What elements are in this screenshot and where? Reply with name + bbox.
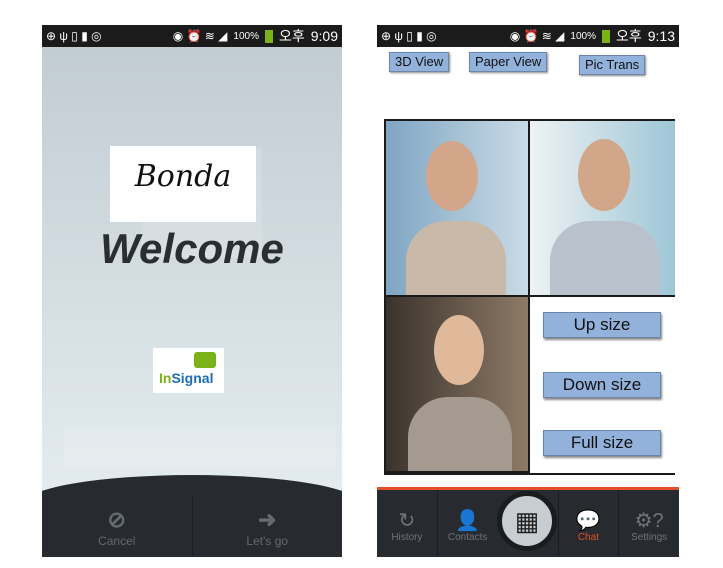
clock: 9:13 bbox=[647, 28, 675, 44]
cancel-button[interactable]: ⊘ Cancel bbox=[42, 495, 192, 557]
cancel-icon: ⊘ bbox=[107, 507, 126, 532]
name-card: Bonda bbox=[110, 146, 256, 222]
tab-pic-trans[interactable]: Pic Trans bbox=[579, 55, 646, 75]
full-size-button[interactable]: Full size bbox=[543, 430, 661, 456]
time-period: 오후 bbox=[615, 28, 642, 44]
contacts-icon: 👤 bbox=[455, 510, 481, 532]
video-call-screen: ⊕ ψ ▯ ▮ ◎ ◉ ⏰ ≋ ◢ 100% 오후 9:13 3D View Pa… bbox=[377, 25, 679, 557]
welcome-title: Welcome bbox=[100, 225, 284, 272]
video-tile[interactable] bbox=[386, 297, 528, 471]
system-icons: ◉ ⏰ ≋ ◢ bbox=[509, 29, 565, 43]
video-tile[interactable] bbox=[386, 121, 528, 295]
settings-icon: ⚙? bbox=[634, 510, 664, 532]
history-icon: ↻ bbox=[398, 510, 416, 532]
tab-paper-view[interactable]: Paper View bbox=[469, 52, 548, 72]
welcome-screen: ⊕ ψ ▯ ▮ ◎ ◉ ⏰ ≋ ◢ 100% 오후 9:09 Bonda Welc… bbox=[42, 25, 342, 557]
battery-percent: 100% bbox=[233, 30, 259, 42]
battery-icon bbox=[601, 29, 610, 43]
battery-percent: 100% bbox=[570, 30, 596, 42]
grid-icon: ▦ bbox=[514, 505, 540, 536]
nav-contacts[interactable]: 👤 Contacts bbox=[436, 490, 498, 557]
chat-icon: 💬 bbox=[575, 510, 601, 532]
view-tabs: 3D View Paper View Pic Trans bbox=[377, 47, 679, 83]
status-bar: ⊕ ψ ▯ ▮ ◎ ◉ ⏰ ≋ ◢ 100% 오후 9:09 bbox=[42, 25, 342, 47]
video-grid bbox=[384, 119, 675, 475]
insignal-logo: InSignal bbox=[153, 348, 224, 393]
time-period: 오후 bbox=[278, 28, 305, 44]
arrow-right-icon: ➜ bbox=[258, 507, 277, 532]
tab-3d-view[interactable]: 3D View bbox=[389, 52, 450, 72]
video-tile[interactable] bbox=[530, 121, 675, 295]
clock: 9:09 bbox=[310, 28, 338, 44]
system-icons: ◉ ⏰ ≋ ◢ bbox=[172, 29, 228, 43]
up-size-button[interactable]: Up size bbox=[543, 312, 661, 338]
nav-chat[interactable]: 💬 Chat bbox=[557, 490, 619, 557]
action-bar: ⊘ Cancel ➜ Let's go bbox=[42, 495, 342, 557]
dialpad-button[interactable]: ▦ bbox=[497, 491, 557, 551]
battery-icon bbox=[264, 29, 273, 43]
status-bar: ⊕ ψ ▯ ▮ ◎ ◉ ⏰ ≋ ◢ 100% 오후 9:13 bbox=[377, 25, 679, 47]
nav-history[interactable]: ↻ History bbox=[377, 490, 437, 557]
down-size-button[interactable]: Down size bbox=[543, 372, 661, 398]
notification-icons: ⊕ ψ ▯ ▮ ◎ bbox=[46, 29, 102, 43]
notification-icons: ⊕ ψ ▯ ▮ ◎ bbox=[381, 29, 437, 43]
lets-go-button[interactable]: ➜ Let's go bbox=[191, 495, 343, 557]
nav-settings[interactable]: ⚙? Settings bbox=[618, 490, 679, 557]
